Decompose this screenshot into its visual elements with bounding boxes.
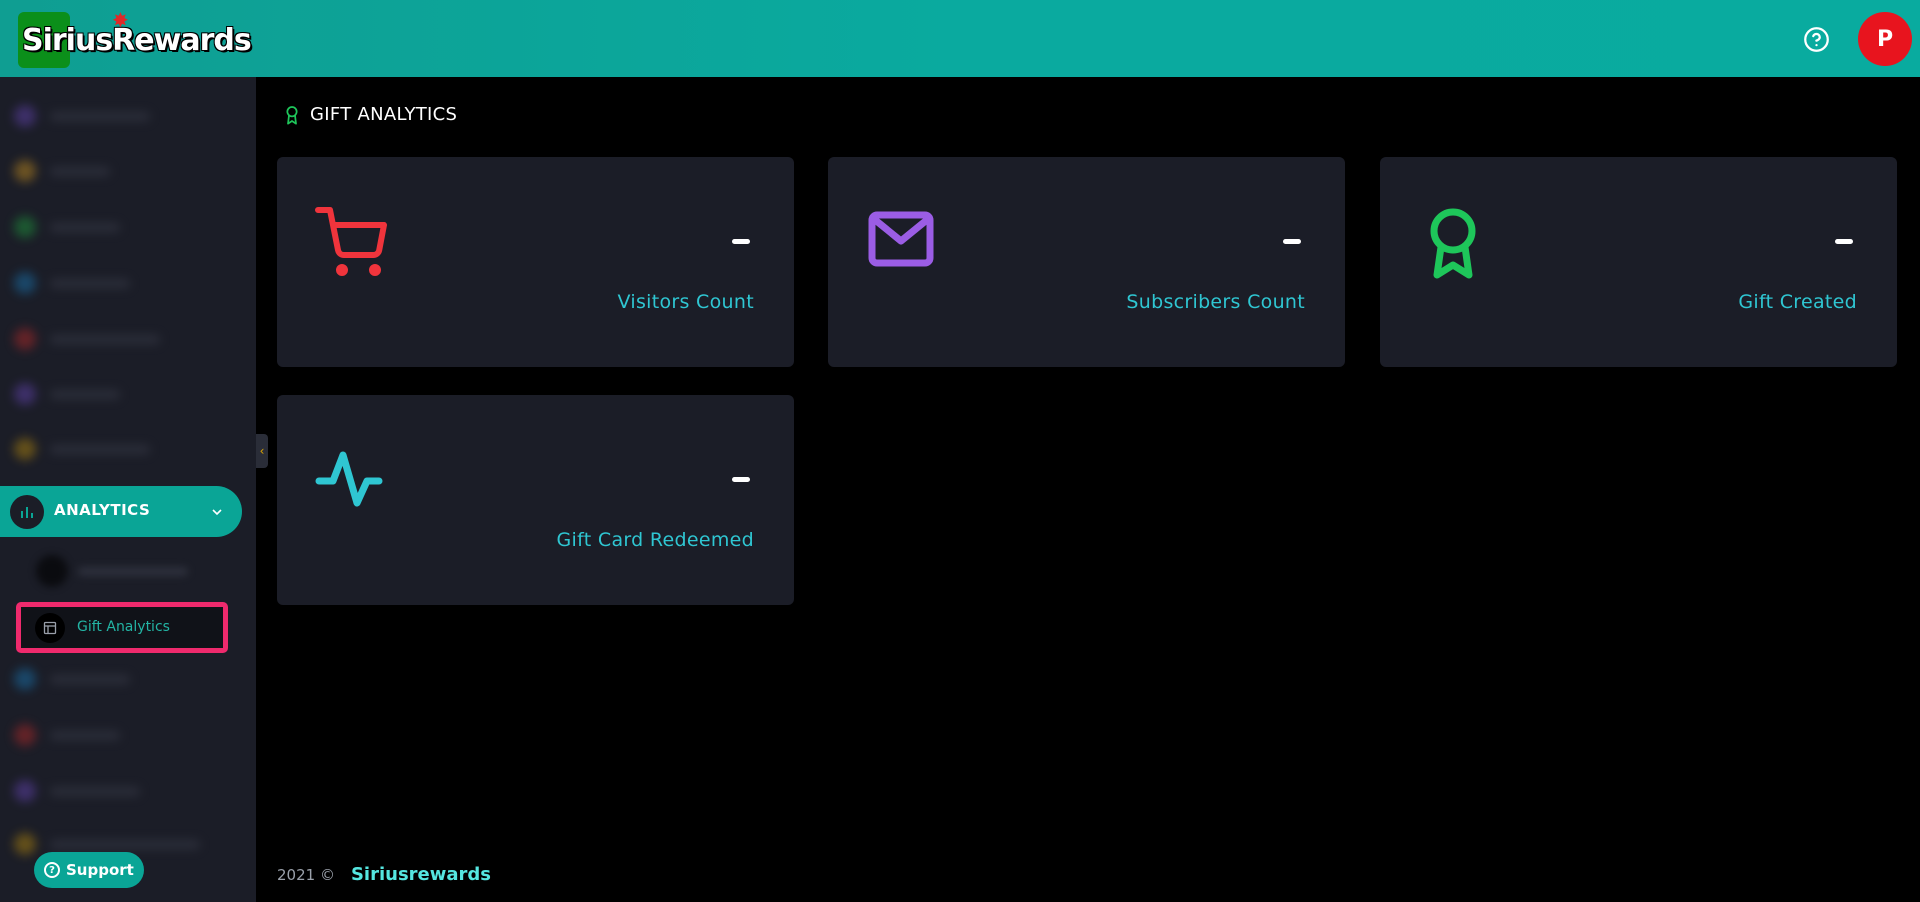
mail-icon	[868, 211, 934, 267]
stat-label: Visitors Count	[617, 291, 754, 313]
stat-value-dash	[1835, 239, 1853, 244]
stat-card-gift-card-redeemed: Gift Card Redeemed	[277, 395, 794, 605]
footer-copyright: 2021 ©	[277, 866, 335, 884]
support-button[interactable]: ? Support	[34, 852, 144, 888]
sidebar-item-blurred[interactable]	[14, 667, 130, 691]
page-title: GIFT ANALYTICS	[284, 104, 457, 125]
sidebar: ANALYTICS Gift Analytics ? Support	[0, 77, 256, 902]
stat-value-dash	[732, 477, 750, 482]
logo-text: SiriusRewards	[22, 22, 252, 58]
sidebar-collapse-toggle[interactable]: ‹	[256, 434, 268, 468]
sidebar-item-blurred[interactable]	[14, 271, 130, 295]
activity-icon	[315, 451, 383, 507]
help-icon: ?	[44, 862, 60, 878]
sidebar-item-analytics[interactable]: ANALYTICS	[0, 486, 242, 537]
sidebar-subitem-blurred[interactable]	[36, 555, 188, 587]
stat-label: Gift Card Redeemed	[556, 529, 754, 551]
support-label: Support	[66, 861, 134, 879]
footer-brand-link[interactable]: Siriusrewards	[351, 864, 491, 885]
sidebar-item-blurred[interactable]	[14, 104, 150, 128]
page-title-text: GIFT ANALYTICS	[310, 104, 458, 125]
sidebar-item-blurred[interactable]	[14, 159, 110, 183]
sidebar-item-blurred[interactable]	[14, 382, 120, 406]
sidebar-subitem-label: Gift Analytics	[77, 619, 170, 635]
help-icon[interactable]	[1803, 26, 1830, 53]
sidebar-subitem-gift-analytics[interactable]: Gift Analytics	[16, 602, 228, 653]
sidebar-item-label: ANALYTICS	[54, 501, 151, 519]
sidebar-item-blurred[interactable]	[14, 327, 160, 351]
stat-card-gift-created: Gift Created	[1380, 157, 1897, 367]
sidebar-item-blurred[interactable]	[14, 779, 140, 803]
layout-icon	[35, 613, 65, 643]
top-bar: SiriusRewards ✸ P	[0, 0, 1920, 77]
award-icon	[1430, 208, 1476, 279]
stat-value-dash	[732, 239, 750, 244]
stat-card-subscribers: Subscribers Count	[828, 157, 1345, 367]
logo-star-icon: ✸	[112, 8, 129, 32]
sidebar-item-blurred[interactable]	[14, 437, 150, 461]
stat-card-visitors: Visitors Count	[277, 157, 794, 367]
stat-label: Gift Created	[1738, 291, 1857, 313]
chevron-down-icon	[212, 509, 222, 516]
stat-label: Subscribers Count	[1126, 291, 1305, 313]
bar-chart-icon	[10, 495, 44, 529]
sidebar-item-blurred[interactable]	[14, 215, 120, 239]
footer: 2021 © Siriusrewards	[277, 864, 491, 885]
sidebar-item-blurred[interactable]	[14, 723, 120, 747]
logo[interactable]: SiriusRewards ✸	[18, 8, 252, 68]
stat-value-dash	[1283, 239, 1301, 244]
user-avatar[interactable]: P	[1858, 12, 1912, 66]
cart-icon	[315, 207, 387, 276]
award-icon	[286, 105, 298, 125]
